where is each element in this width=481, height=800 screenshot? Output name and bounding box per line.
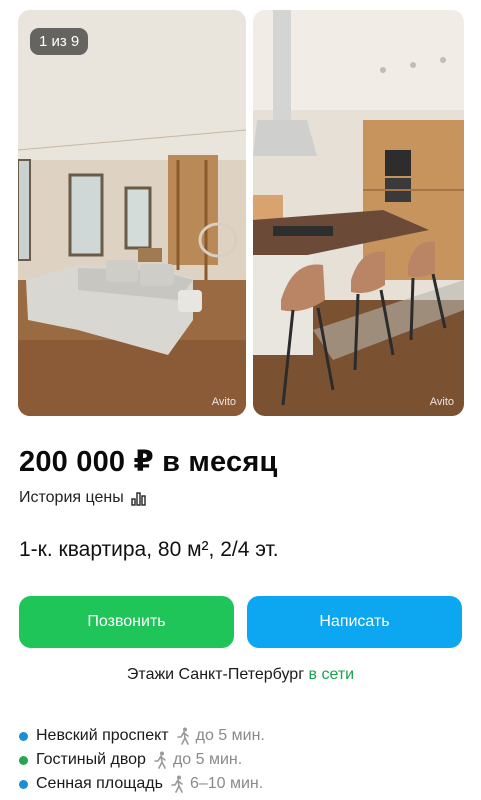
metro-item: Сенная площадь 6–10 мин. <box>19 772 265 796</box>
walking-icon <box>154 751 166 769</box>
photo-gallery[interactable]: 1 из 9 Avito Avito <box>18 10 464 416</box>
listing-price: 200 000 ₽ в месяц <box>19 446 278 478</box>
metro-walk-time: до 5 мин. <box>195 727 265 744</box>
seller-name[interactable]: Этажи Санкт-Петербург <box>127 666 304 683</box>
metro-line-dot <box>19 731 28 741</box>
metro-list: Невский проспект до 5 мин. Гостиный двор… <box>19 724 265 796</box>
gallery-photo-living-room[interactable]: 1 из 9 Avito <box>18 10 246 416</box>
metro-station: Гостиный двор <box>36 751 146 768</box>
write-message-button[interactable]: Написать <box>247 596 462 648</box>
bar-chart-icon <box>131 491 146 506</box>
metro-station: Сенная площадь <box>36 775 163 792</box>
price-history-link[interactable]: История цены <box>19 489 146 507</box>
metro-line-dot <box>19 779 28 789</box>
metro-walk-time: 6–10 мин. <box>189 775 264 792</box>
metro-station: Невский проспект <box>36 727 169 744</box>
living-room-image <box>18 10 246 416</box>
gallery-photo-kitchen[interactable]: Avito <box>253 10 464 416</box>
walking-icon <box>176 727 189 745</box>
avito-watermark: Avito <box>211 396 236 408</box>
metro-item: Невский проспект до 5 мин. <box>19 724 265 748</box>
seller-info[interactable]: Этажи Санкт-Петербург в сети <box>0 666 481 684</box>
metro-item: Гостиный двор до 5 мин. <box>19 748 265 772</box>
walking-icon <box>171 775 183 793</box>
price-history-label: История цены <box>19 489 124 506</box>
avito-watermark: Avito <box>429 396 454 408</box>
photo-counter-badge: 1 из 9 <box>30 28 89 55</box>
metro-line-dot <box>19 755 28 765</box>
seller-online-status: в сети <box>308 666 355 683</box>
call-button[interactable]: Позвонить <box>19 596 234 648</box>
kitchen-image <box>253 10 464 416</box>
metro-walk-time: до 5 мин. <box>172 751 243 768</box>
listing-title: 1-к. квартира, 80 м², 2/4 эт. <box>19 538 279 561</box>
